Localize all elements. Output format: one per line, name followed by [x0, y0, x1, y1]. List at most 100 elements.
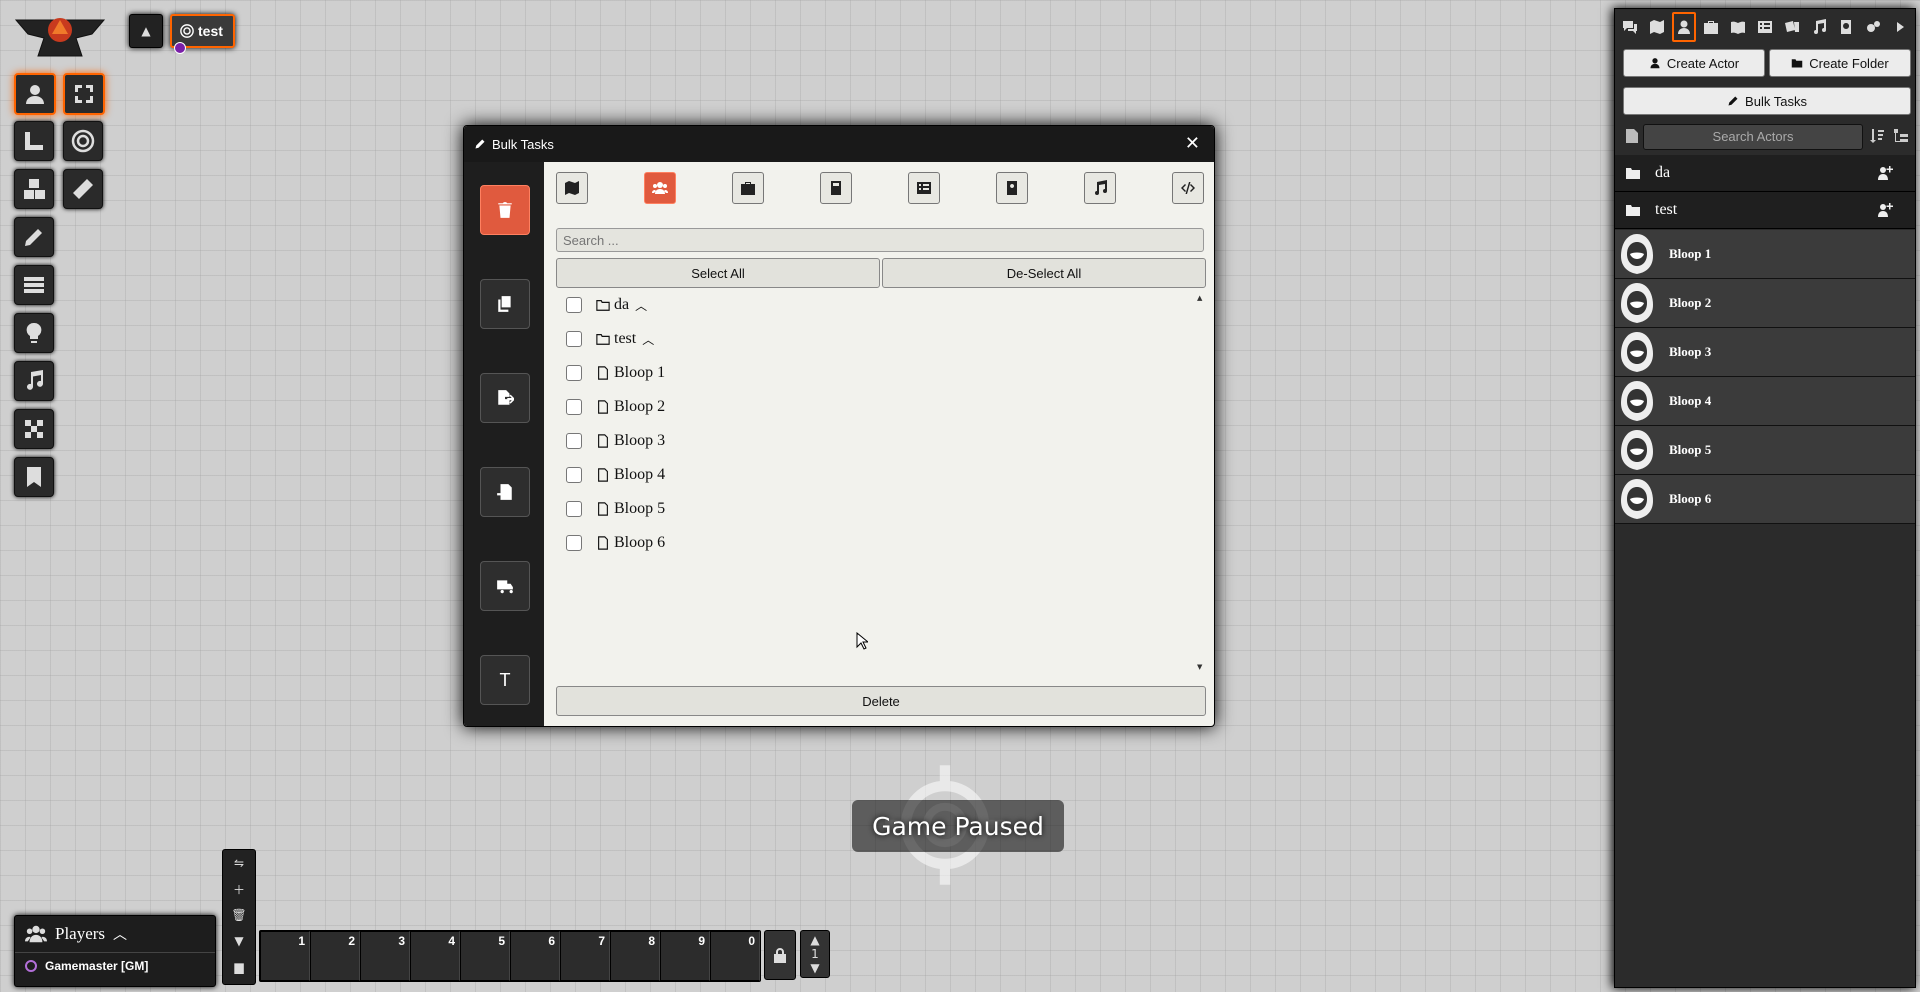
- checkbox[interactable]: [566, 331, 582, 347]
- export-mode-button[interactable]: [480, 373, 530, 423]
- actor-entry[interactable]: Bloop 5: [1615, 426, 1915, 475]
- macro-slot[interactable]: 0: [710, 931, 760, 981]
- add-user-icon[interactable]: [1877, 202, 1893, 218]
- list-item-document[interactable]: Bloop 6: [566, 533, 665, 553]
- tab-settings[interactable]: [1861, 12, 1885, 42]
- player-entry[interactable]: Gamemaster [GM]: [25, 959, 215, 973]
- bulk-search-input[interactable]: [556, 228, 1204, 252]
- caret-down-icon[interactable]: ▼: [223, 928, 255, 954]
- type-playlists-button[interactable]: [1084, 172, 1116, 204]
- tab-items[interactable]: [1699, 12, 1723, 42]
- ruler-button[interactable]: [63, 169, 103, 209]
- clear-hotbar-icon[interactable]: ⇋: [223, 850, 255, 876]
- scroll-up-arrow[interactable]: ▲: [1197, 294, 1202, 302]
- close-icon[interactable]: ✕: [1185, 134, 1200, 152]
- actor-search-input[interactable]: Search Actors: [1643, 124, 1863, 150]
- create-folder-button[interactable]: Create Folder: [1769, 49, 1911, 77]
- hotbar-lock-button[interactable]: [764, 930, 796, 980]
- macro-slot[interactable]: 9: [660, 931, 710, 981]
- type-macros-button[interactable]: [1172, 172, 1204, 204]
- tab-cards[interactable]: [1780, 12, 1804, 42]
- delete-mode-button[interactable]: [480, 185, 530, 235]
- select-all-button[interactable]: Select All: [556, 258, 880, 288]
- measurement-button[interactable]: [14, 121, 54, 161]
- window-header[interactable]: Bulk Tasks ✕: [464, 126, 1214, 162]
- duplicate-mode-button[interactable]: [480, 279, 530, 329]
- macro-slot[interactable]: 6: [510, 931, 560, 981]
- checkbox[interactable]: [566, 365, 582, 381]
- drawing-tools-button[interactable]: [14, 217, 54, 257]
- plus-icon[interactable]: ＋: [223, 876, 255, 902]
- tab-tables[interactable]: [1753, 12, 1777, 42]
- tab-playlists[interactable]: [1807, 12, 1831, 42]
- actor-entry[interactable]: Bloop 1: [1615, 230, 1915, 279]
- scene-nav-toggle-button[interactable]: ▲: [129, 14, 163, 48]
- macro-slot[interactable]: 3: [360, 931, 410, 981]
- folder-tree-icon[interactable]: [1893, 128, 1909, 144]
- folder-test[interactable]: test: [1615, 192, 1915, 229]
- type-items-button[interactable]: [732, 172, 764, 204]
- collapse-all-icon[interactable]: [1625, 128, 1639, 144]
- tab-actors[interactable]: [1672, 12, 1696, 42]
- players-header[interactable]: Players ︿: [15, 916, 215, 953]
- macro-slot[interactable]: 5: [460, 931, 510, 981]
- scene-tab-test[interactable]: test: [170, 14, 235, 54]
- tab-compendium[interactable]: [1834, 12, 1858, 42]
- list-item-document[interactable]: Bloop 1: [566, 363, 665, 383]
- list-item-document[interactable]: Bloop 5: [566, 499, 665, 519]
- macro-slot[interactable]: 2: [310, 931, 360, 981]
- add-user-icon[interactable]: [1877, 165, 1893, 181]
- sounds-button[interactable]: [14, 361, 54, 401]
- lighting-button[interactable]: [14, 313, 54, 353]
- type-journal-button[interactable]: [820, 172, 852, 204]
- foundry-logo[interactable]: [12, 12, 108, 62]
- folder-da[interactable]: da: [1615, 155, 1915, 192]
- actor-entry[interactable]: Bloop 4: [1615, 377, 1915, 426]
- actor-entry[interactable]: Bloop 6: [1615, 475, 1915, 524]
- page-down-icon[interactable]: ▼: [810, 961, 819, 975]
- target-tool-button[interactable]: [63, 121, 103, 161]
- select-tokens-button[interactable]: [63, 73, 105, 115]
- create-actor-button[interactable]: Create Actor: [1623, 49, 1765, 77]
- list-item-folder[interactable]: test ︿: [566, 329, 654, 349]
- type-cards-button[interactable]: [996, 172, 1028, 204]
- trash-icon[interactable]: 🗑: [223, 902, 255, 928]
- checkbox[interactable]: [566, 433, 582, 449]
- checkbox[interactable]: [566, 297, 582, 313]
- tab-chat[interactable]: [1618, 12, 1642, 42]
- type-scenes-button[interactable]: [556, 172, 588, 204]
- chevron-up-icon[interactable]: ︿: [635, 297, 647, 314]
- text-mode-button[interactable]: T: [480, 655, 530, 705]
- list-item-folder[interactable]: da ︿: [566, 295, 647, 315]
- macro-slot[interactable]: 4: [410, 931, 460, 981]
- chevron-up-icon[interactable]: ︿: [642, 331, 654, 348]
- bulk-tasks-button[interactable]: Bulk Tasks: [1623, 87, 1911, 115]
- macro-slot[interactable]: 1: [260, 931, 310, 981]
- checkbox[interactable]: [566, 501, 582, 517]
- regions-button[interactable]: [14, 409, 54, 449]
- sort-icon[interactable]: [1869, 128, 1885, 144]
- type-tables-button[interactable]: [908, 172, 940, 204]
- delete-button[interactable]: Delete: [556, 686, 1206, 716]
- walls-button[interactable]: [14, 265, 54, 305]
- tiles-button[interactable]: [14, 169, 54, 209]
- checkbox[interactable]: [566, 399, 582, 415]
- list-item-document[interactable]: Bloop 3: [566, 431, 665, 451]
- list-item-document[interactable]: Bloop 4: [566, 465, 665, 485]
- checkbox[interactable]: [566, 467, 582, 483]
- folder-icon[interactable]: ▆: [223, 954, 255, 980]
- type-actors-button[interactable]: [644, 172, 676, 204]
- tab-journal[interactable]: [1726, 12, 1750, 42]
- macro-slot[interactable]: 7: [560, 931, 610, 981]
- deselect-all-button[interactable]: De-Select All: [882, 258, 1206, 288]
- checkbox[interactable]: [566, 535, 582, 551]
- import-mode-button[interactable]: [480, 467, 530, 517]
- move-mode-button[interactable]: [480, 561, 530, 611]
- tab-combat[interactable]: [1645, 12, 1669, 42]
- scroll-down-arrow[interactable]: ▼: [1197, 663, 1202, 671]
- macro-slot[interactable]: 8: [610, 931, 660, 981]
- token-controls-button[interactable]: [14, 73, 56, 115]
- list-item-document[interactable]: Bloop 2: [566, 397, 665, 417]
- collapse-sidebar-button[interactable]: [1888, 12, 1912, 42]
- actor-entry[interactable]: Bloop 2: [1615, 279, 1915, 328]
